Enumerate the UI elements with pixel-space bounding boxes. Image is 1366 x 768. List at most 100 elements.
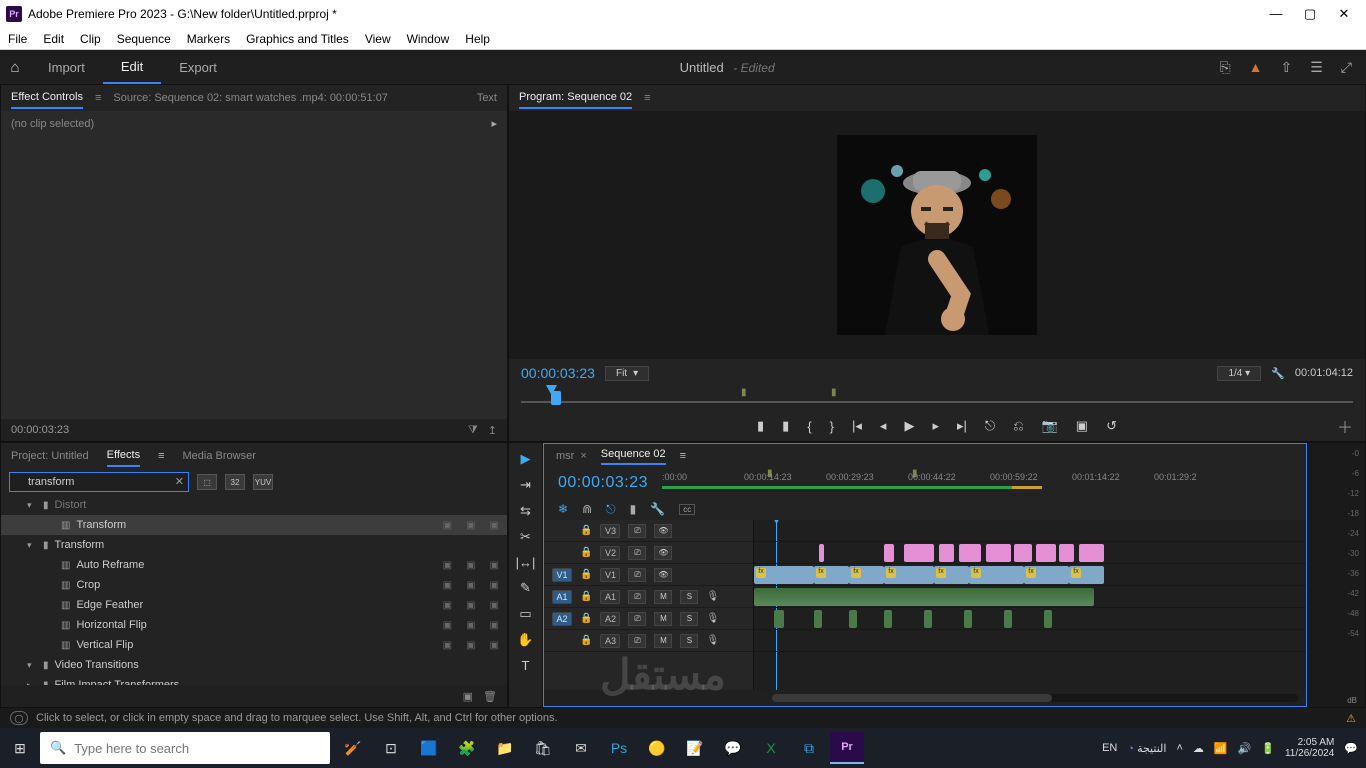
tab-media-browser[interactable]: Media Browser: [183, 446, 256, 466]
effects-preset[interactable]: ▥Horizontal Flip▣▣▣: [1, 615, 507, 635]
effects-tree[interactable]: ▾▮Distort▥Transform▣▣▣▾▮Transform▥Auto R…: [1, 495, 507, 685]
timeline-ruler[interactable]: ▮ ▮ :00:0000:00:14:2300:00:29:2300:00:44…: [662, 468, 1306, 498]
timeline-clip[interactable]: [959, 544, 981, 562]
taskbar-app[interactable]: 🧩: [450, 732, 484, 764]
tab-effects[interactable]: Effects: [107, 445, 140, 467]
timeline-audio-clip[interactable]: [1044, 610, 1052, 628]
marker-icon[interactable]: ▮: [741, 387, 747, 398]
timeline-clip[interactable]: [986, 544, 1011, 562]
timeline-audio-clip[interactable]: [849, 610, 857, 628]
taskbar-app[interactable]: 📁: [488, 732, 522, 764]
track-header-a1[interactable]: A1🔒A1⎚MS🎙: [544, 586, 753, 608]
menu-sequence[interactable]: Sequence: [117, 32, 171, 46]
tab-project[interactable]: Project: Untitled: [11, 446, 89, 466]
fullscreen-icon[interactable]: ⤢: [1341, 59, 1352, 76]
trash-icon[interactable]: 🗑: [483, 690, 497, 703]
type-tool-icon[interactable]: T: [522, 658, 530, 673]
timeline-audio-clip[interactable]: [1004, 610, 1012, 628]
ripple-tool-icon[interactable]: ⇆: [520, 503, 531, 519]
taskbar-weather[interactable]: ◔ النتيجة: [1127, 742, 1166, 755]
yuv-badge[interactable]: YUV: [253, 474, 273, 490]
taskbar-app[interactable]: 🟡: [640, 732, 674, 764]
tab-effect-controls[interactable]: Effect Controls: [11, 87, 83, 109]
extract-icon[interactable]: ⎌: [1013, 418, 1023, 434]
panel-menu-icon[interactable]: ≡: [158, 450, 164, 462]
timeline-clip[interactable]: fx: [1069, 566, 1104, 584]
taskbar-app[interactable]: ✉: [564, 732, 598, 764]
program-playhead[interactable]: [551, 391, 561, 405]
window-close[interactable]: ✕: [1336, 6, 1352, 22]
track-header-v2[interactable]: 🔒V2⎚👁: [544, 542, 753, 564]
prev-frame-icon[interactable]: ◂: [880, 418, 887, 434]
accelerated-badge[interactable]: ⬚: [197, 474, 217, 490]
workspace-edit[interactable]: Edit: [103, 50, 161, 84]
filter-icon[interactable]: ⧩: [468, 424, 478, 437]
timeline-audio-clip[interactable]: [924, 610, 932, 628]
taskbar-app[interactable]: ⊡: [374, 732, 408, 764]
add-button-icon[interactable]: ＋: [1337, 414, 1353, 438]
tab-program[interactable]: Program: Sequence 02: [519, 87, 632, 109]
creative-cloud-icon[interactable]: ◯: [10, 711, 28, 725]
timeline-audio-clip[interactable]: [964, 610, 972, 628]
zoom-fit-dropdown[interactable]: Fit▾: [605, 366, 649, 381]
taskbar-clock[interactable]: 2:05 AM11/26/2024: [1285, 737, 1334, 759]
track-header-v1[interactable]: V1🔒V1⎚👁: [544, 564, 753, 586]
chevron-right-icon[interactable]: ▸: [491, 117, 497, 130]
close-tab-icon[interactable]: ×: [580, 450, 586, 462]
go-out-icon[interactable]: }: [830, 419, 834, 434]
clear-search-icon[interactable]: ✕: [175, 475, 184, 488]
menu-window[interactable]: Window: [407, 32, 450, 46]
workspace-export[interactable]: Export: [161, 50, 235, 84]
home-icon[interactable]: ⌂: [0, 59, 30, 76]
mark-in-icon[interactable]: ▮: [757, 418, 764, 434]
taskbar-premiere[interactable]: Pr: [830, 732, 864, 764]
lift-icon[interactable]: ⎋: [985, 418, 995, 434]
taskbar-app[interactable]: Ps: [602, 732, 636, 764]
compare-icon[interactable]: ▣: [1076, 418, 1088, 434]
magnet-icon[interactable]: ⋒: [582, 502, 592, 516]
track-select-tool-icon[interactable]: ⇥: [520, 477, 531, 493]
new-bin-icon[interactable]: ▣: [463, 690, 473, 703]
menu-markers[interactable]: Markers: [187, 32, 230, 46]
effects-folder[interactable]: ▸▮Film Impact Transformers: [1, 675, 507, 685]
timeline-audio-clip[interactable]: [814, 610, 822, 628]
panel-menu-icon[interactable]: ≡: [680, 450, 686, 462]
tab-text[interactable]: Text: [477, 92, 497, 104]
tray-chevron-icon[interactable]: ˄: [1176, 742, 1182, 754]
timeline-clip[interactable]: fx: [814, 566, 849, 584]
tray-battery-icon[interactable]: 🔋: [1261, 742, 1275, 755]
selection-tool-icon[interactable]: ▶: [521, 451, 531, 467]
resolution-dropdown[interactable]: 1/4 ▾: [1217, 366, 1261, 381]
track-header-a2[interactable]: A2🔒A2⎚MS🎙: [544, 608, 753, 630]
timeline-clip[interactable]: [1059, 544, 1074, 562]
track-headers[interactable]: 🔒V3⎚👁🔒V2⎚👁V1🔒V1⎚👁A1🔒A1⎚MS🎙A2🔒A2⎚MS🎙🔒A3⎚M…: [544, 520, 754, 690]
taskbar-app[interactable]: 💬: [716, 732, 750, 764]
snap-icon[interactable]: ❄: [558, 502, 568, 516]
timeline-tab-msr[interactable]: msr: [556, 450, 574, 462]
timeline-clip[interactable]: fx: [849, 566, 884, 584]
timeline-clip[interactable]: fx: [884, 566, 934, 584]
menu-help[interactable]: Help: [465, 32, 490, 46]
menu-file[interactable]: File: [8, 32, 27, 46]
status-warning-icon[interactable]: ⚠: [1346, 712, 1356, 725]
taskbar-app[interactable]: 🛍: [526, 732, 560, 764]
effects-preset[interactable]: ▥Crop▣▣▣: [1, 575, 507, 595]
rectangle-tool-icon[interactable]: ▭: [519, 606, 531, 622]
timeline-clip[interactable]: [1079, 544, 1104, 562]
timeline-clip[interactable]: [1036, 544, 1056, 562]
timeline-clip[interactable]: [819, 544, 824, 562]
taskbar-app[interactable]: 🏏: [336, 732, 370, 764]
tray-volume-icon[interactable]: 🔊: [1238, 742, 1252, 755]
settings-icon[interactable]: 🔧: [1271, 367, 1285, 380]
menu-clip[interactable]: Clip: [80, 32, 101, 46]
taskbar-lang[interactable]: EN: [1102, 742, 1117, 754]
effects-preset[interactable]: ▥Auto Reframe▣▣▣: [1, 555, 507, 575]
timeline-scroll-thumb[interactable]: [772, 694, 1052, 702]
timeline-clip[interactable]: [884, 544, 894, 562]
share-icon[interactable]: ⇧: [1281, 59, 1293, 76]
tray-notifications-icon[interactable]: 💬: [1344, 742, 1358, 755]
effects-preset[interactable]: ▥Vertical Flip▣▣▣: [1, 635, 507, 655]
pen-tool-icon[interactable]: ✎: [520, 580, 531, 596]
linked-selection-icon[interactable]: ⎋: [606, 502, 616, 517]
taskbar-search[interactable]: 🔍 Type here to search: [40, 732, 330, 764]
